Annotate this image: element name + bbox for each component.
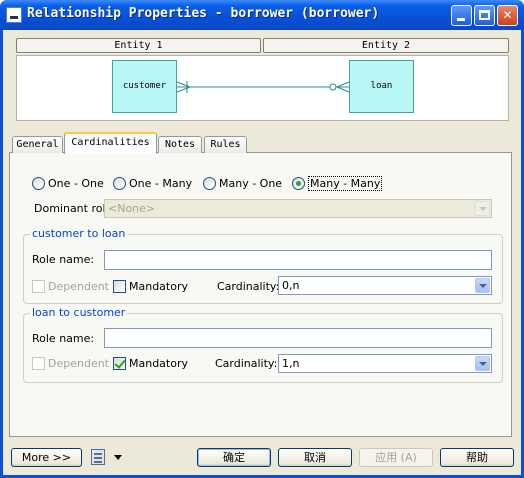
help-button[interactable]: 帮助 [440,448,514,467]
radio-button[interactable] [203,176,216,190]
close-icon: ✕ [502,8,513,22]
radio-many-one[interactable]: Many - One [203,176,282,190]
app-icon[interactable] [6,7,22,23]
apply-button[interactable]: 应用 (A) [359,448,433,467]
ok-button[interactable]: 确定 [197,448,271,467]
cancel-button[interactable]: 取消 [278,448,352,467]
group-title: loan to customer [30,306,128,319]
maximize-icon [479,10,490,20]
radio-button-selected[interactable] [292,176,305,190]
more-button[interactable]: More >> [11,448,82,467]
radio-label: One - One [48,176,104,190]
dependent-label: Dependent [48,357,109,370]
radio-many-many[interactable]: Many - Many [292,175,383,191]
cardinality-select-loan-to-customer[interactable]: 1,n [278,354,492,373]
minimize-icon [457,18,465,21]
dominant-role-value: <None> [108,202,156,215]
cardinality-value: 0,n [282,279,300,292]
cardinality-select-customer-to-loan[interactable]: 0,n [278,276,492,295]
close-button[interactable]: ✕ [497,5,518,26]
chevron-down-icon[interactable] [475,356,490,371]
role-name-input-loan-to-customer[interactable] [104,328,492,348]
tab-rules[interactable]: Rules [204,136,247,153]
mandatory-checkbox-customer-to-loan[interactable] [113,280,126,293]
group-title: customer to loan [30,227,128,240]
dropdown-arrow-icon[interactable] [114,455,122,460]
tab-notes[interactable]: Notes [158,136,202,153]
mandatory-label: Mandatory [129,357,189,370]
dominant-role-select[interactable]: <None> [104,199,492,218]
tab-cardinalities[interactable]: Cardinalities [64,132,157,154]
mandatory-checkbox-loan-to-customer[interactable] [113,357,126,370]
radio-one-one[interactable]: One - One [32,176,104,190]
radio-label: Many - Many [308,175,383,191]
tab-general[interactable]: General [12,136,63,153]
radio-one-many[interactable]: One - Many [113,176,192,190]
chevron-down-icon[interactable] [475,278,490,293]
cardinality-value: 1,n [282,357,300,370]
radio-label: Many - One [219,176,283,190]
role-name-input-customer-to-loan[interactable] [104,250,492,270]
list-icon[interactable] [91,449,105,465]
maximize-button[interactable] [474,5,495,26]
cardinality-label: Cardinality: [217,280,280,293]
window-title: Relationship Properties - borrower (borr… [27,6,380,21]
dialog-content: General Cardinalities Notes Rules One - … [3,30,521,475]
dependent-checkbox-loan-to-customer[interactable] [32,357,45,370]
role-name-label: Role name: [32,332,95,345]
radio-button[interactable] [32,176,45,190]
minimize-button[interactable] [451,5,472,26]
chevron-down-icon[interactable] [475,201,490,216]
role-name-label: Role name: [32,253,95,266]
radio-button[interactable] [113,176,126,190]
title-bar[interactable]: Relationship Properties - borrower (borr… [0,0,524,30]
mandatory-label: Mandatory [129,280,189,293]
dependent-checkbox-customer-to-loan[interactable] [32,280,45,293]
cardinality-label: Cardinality: [215,357,278,370]
radio-label: One - Many [129,176,193,190]
dependent-label: Dependent [48,280,109,293]
